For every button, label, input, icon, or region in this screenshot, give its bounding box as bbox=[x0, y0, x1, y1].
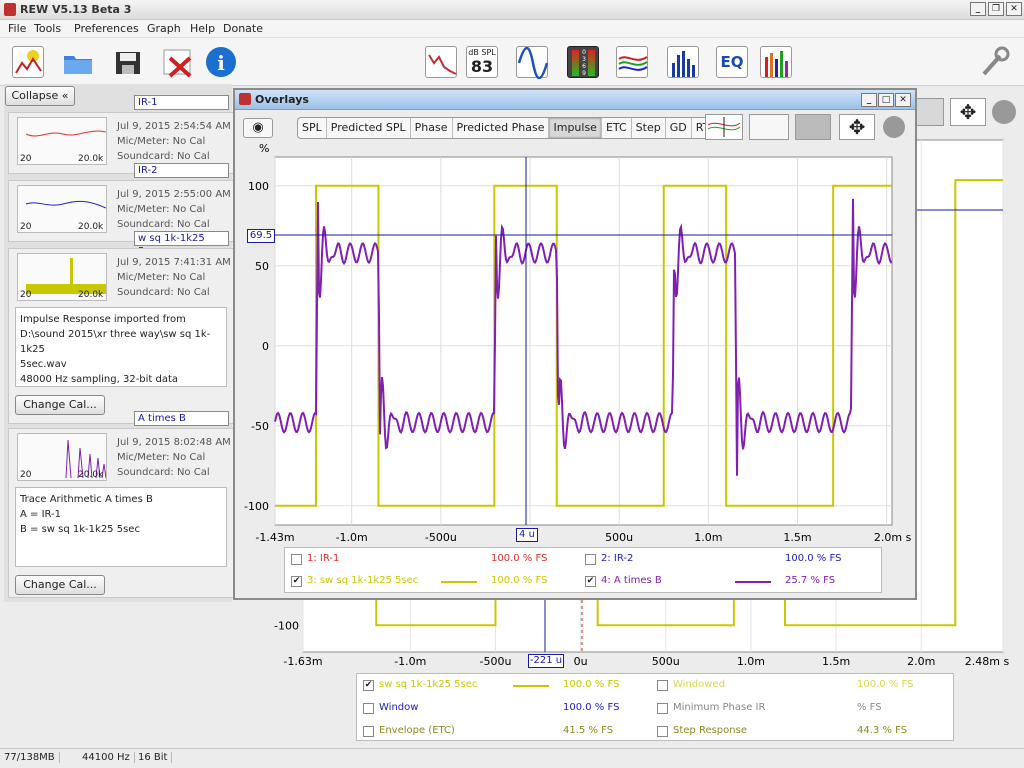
overlays-ytick: 0 bbox=[262, 340, 269, 353]
overlays-legend-label-4[interactable]: 4: A times B bbox=[601, 575, 662, 586]
overlays-ytick: -100 bbox=[244, 500, 269, 513]
overlays-impulse-chart: % 100 50 0 -50 -100 -1.43m -1.0m -500u 500u 1.0m 1… bbox=[244, 142, 912, 544]
status-bar: 77/138MB 44100 Hz 16 Bit bbox=[0, 748, 1024, 768]
overlays-xtick: 1.5m bbox=[783, 531, 811, 544]
overlays-legend-value-1: 100.0 % FS bbox=[491, 553, 548, 564]
overlays-xtick: -1.43m bbox=[255, 531, 294, 544]
overlays-ylabel: % bbox=[259, 142, 269, 155]
overlays-xtick: 2.0m s bbox=[874, 531, 912, 544]
overlays-xtick: -1.0m bbox=[336, 531, 368, 544]
overlays-xtick: 500u bbox=[605, 531, 633, 544]
overlays-cursor-x-label[interactable]: 4 u bbox=[516, 528, 538, 542]
overlays-xtick: -500u bbox=[425, 531, 457, 544]
status-sample-rate: 44100 Hz bbox=[82, 752, 135, 763]
overlays-legend-checkbox-3[interactable]: ✔ bbox=[291, 576, 302, 587]
overlays-legend-label-3[interactable]: 3: sw sq 1k-1k25 5sec bbox=[307, 575, 418, 586]
overlays-legend-checkbox-1[interactable] bbox=[291, 554, 302, 565]
overlays-legend-value-4: 25.7 % FS bbox=[785, 575, 836, 586]
overlays-legend-value-2: 100.0 % FS bbox=[785, 553, 842, 564]
overlays-legend-value-3: 100.0 % FS bbox=[491, 575, 548, 586]
status-memory: 77/138MB bbox=[4, 752, 60, 763]
overlays-ytick: -50 bbox=[251, 420, 269, 433]
overlays-plot-bg bbox=[274, 156, 893, 526]
overlays-xtick: 1.0m bbox=[694, 531, 722, 544]
overlays-ytick: 50 bbox=[255, 260, 269, 273]
status-bit-depth: 16 Bit bbox=[138, 752, 173, 763]
overlays-legend-label-2[interactable]: 2: IR-2 bbox=[601, 553, 633, 564]
overlays-legend-checkbox-2[interactable] bbox=[585, 554, 596, 565]
overlays-legend-swatch-3 bbox=[441, 581, 477, 583]
overlays-legend-label-1[interactable]: 1: IR-1 bbox=[307, 553, 339, 564]
overlays-legend-checkbox-4[interactable]: ✔ bbox=[585, 576, 596, 587]
overlays-legend: 1: IR-1 100.0 % FS 2: IR-2 100.0 % FS ✔ 3: sw… bbox=[284, 547, 882, 593]
overlays-ytick: 100 bbox=[248, 180, 269, 193]
overlays-legend-swatch-4 bbox=[735, 581, 771, 583]
overlays-cursor-y-label[interactable]: 69.5 bbox=[247, 229, 275, 243]
